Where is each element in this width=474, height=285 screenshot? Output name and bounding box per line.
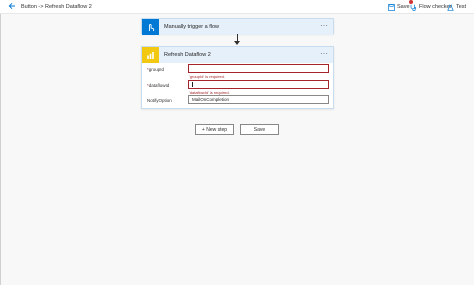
groupid-error: 'groupId' is required. <box>189 74 225 79</box>
save-label: Save <box>397 4 410 10</box>
groupid-label: *groupId <box>147 67 165 72</box>
breadcrumb: Button -> Refresh Dataflow 2 <box>21 4 92 10</box>
groupid-input[interactable] <box>188 64 329 73</box>
test-button[interactable]: Test <box>447 2 466 12</box>
command-bar: Button -> Refresh Dataflow 2 Save Flow c… <box>0 0 474 14</box>
power-bi-icon <box>142 47 159 63</box>
test-label: Test <box>456 4 467 10</box>
text-cursor <box>192 82 193 87</box>
dataflowid-input[interactable] <box>188 80 329 89</box>
save-flow-button[interactable]: Save <box>240 124 279 135</box>
back-arrow-icon[interactable] <box>8 2 16 12</box>
stethoscope-icon <box>410 4 417 11</box>
save-button[interactable]: Save <box>388 2 410 12</box>
notifyoption-input[interactable] <box>188 95 329 104</box>
more-options-icon[interactable]: ··· <box>320 50 328 58</box>
more-options-icon[interactable]: ··· <box>320 22 328 30</box>
hand-touch-icon <box>142 19 159 35</box>
action-card-header[interactable]: Refresh Dataflow 2 ··· <box>142 47 333 63</box>
notifyoption-label: NotifyOption <box>147 98 172 103</box>
action-card[interactable]: Refresh Dataflow 2 ··· *groupId 'groupId… <box>141 46 334 109</box>
new-step-button[interactable]: + New step <box>195 124 234 135</box>
action-title: Refresh Dataflow 2 <box>164 52 211 58</box>
connector-arrow-icon <box>234 41 240 45</box>
flask-icon <box>447 4 454 11</box>
dataflowid-label: *dataflowId <box>147 83 170 88</box>
save-icon <box>388 3 395 11</box>
trigger-title: Manually trigger a flow <box>164 24 220 30</box>
trigger-card-header[interactable]: Manually trigger a flow ··· <box>142 19 333 35</box>
trigger-card[interactable]: Manually trigger a flow ··· <box>141 18 334 35</box>
flow-checker-button[interactable]: Flow checker <box>410 2 451 12</box>
